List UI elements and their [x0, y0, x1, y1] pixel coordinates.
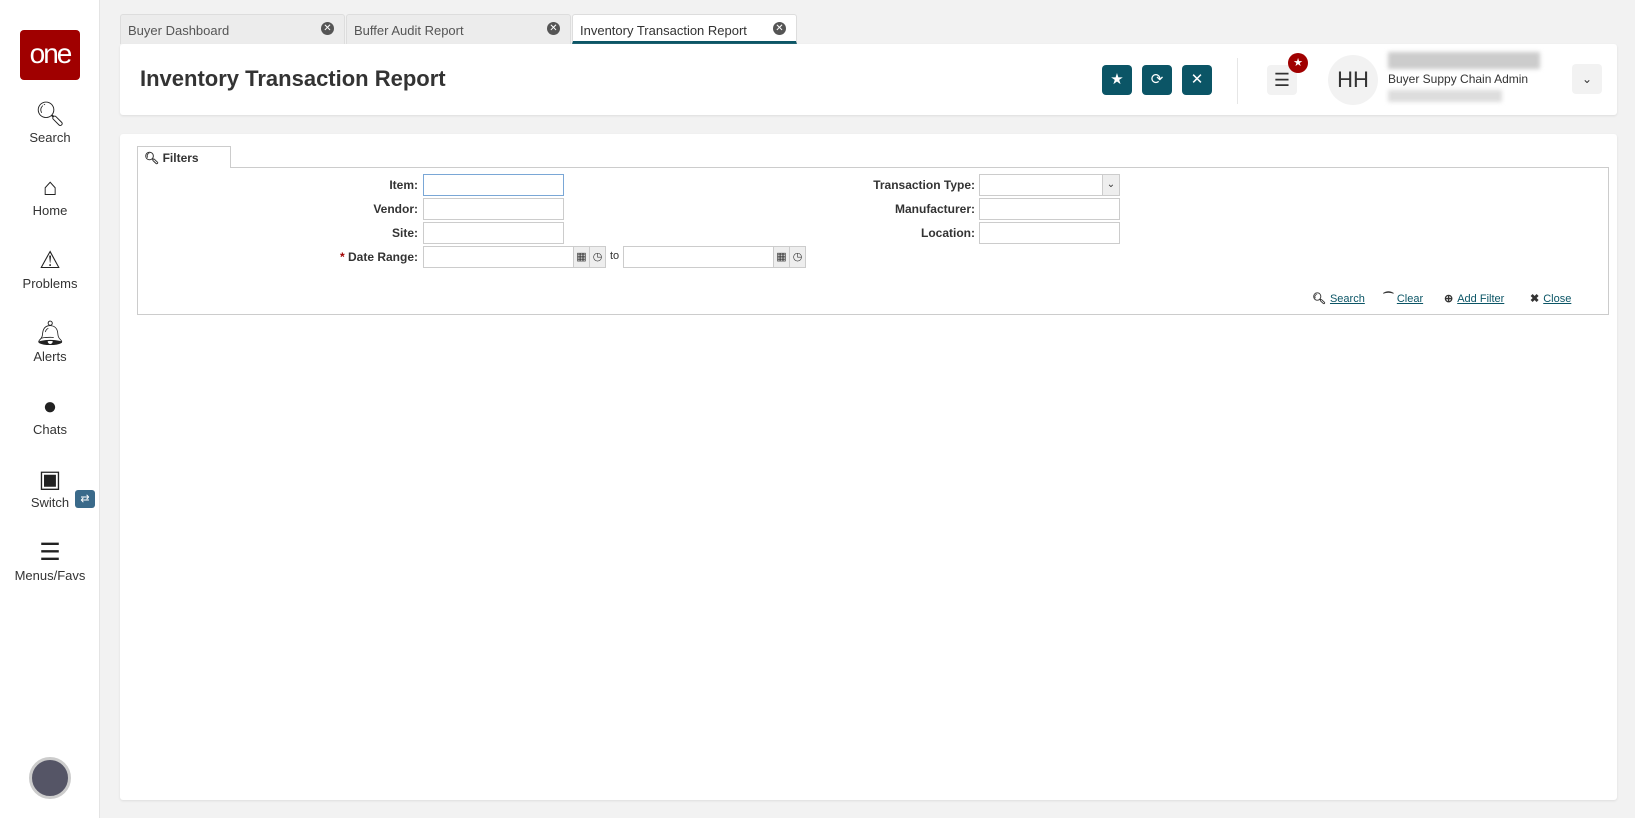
nav-label: Problems	[22, 276, 78, 291]
clear-link[interactable]: ⁀ Clear	[1384, 292, 1423, 305]
switch-badge-icon: ⇄	[75, 490, 95, 508]
favorite-button[interactable]: ★	[1102, 65, 1132, 95]
tab-inventory-transaction-report[interactable]: Inventory Transaction Report ✕	[572, 14, 797, 44]
item-input[interactable]	[423, 174, 564, 196]
clock-icon[interactable]: ◷	[589, 246, 606, 268]
search-link-label: Search	[1329, 293, 1365, 305]
nav-menus-favs[interactable]: ☰ Menus/Favs	[0, 538, 100, 583]
vendor-input[interactable]	[423, 198, 564, 220]
transaction-type-select[interactable]: ⌄	[979, 174, 1120, 196]
refresh-button[interactable]: ⟳	[1142, 65, 1172, 95]
date-range-text: Date Range:	[347, 250, 418, 264]
vendor-label: Vendor:	[373, 202, 418, 216]
home-icon: ⌂	[42, 174, 58, 201]
divider	[1237, 58, 1238, 104]
sidebar: one 🔍︎ Search ⌂ Home ⚠ Problems 🔔︎ Alerts ● C…	[0, 0, 100, 818]
star-badge-icon: ★	[1288, 53, 1308, 73]
filters-tab-label: Filters	[162, 151, 199, 165]
date-to-input[interactable]	[623, 246, 774, 268]
menu-icon: ☰	[1273, 70, 1291, 90]
blurred-org	[1388, 90, 1502, 102]
nav-label: Search	[29, 130, 71, 145]
app-logo[interactable]: one	[20, 30, 80, 80]
close-button[interactable]: ✕	[1182, 65, 1212, 95]
clear-link-label: Clear	[1396, 293, 1424, 305]
site-label: Site:	[391, 226, 418, 240]
calendar-icon[interactable]: ▦	[573, 246, 590, 268]
filters-tab[interactable]: 🔍︎ Filters	[137, 146, 231, 168]
site-input[interactable]	[423, 222, 564, 244]
blurred-username	[1388, 52, 1540, 69]
nav-home[interactable]: ⌂ Home	[0, 173, 100, 218]
tab-label: Inventory Transaction Report	[580, 23, 747, 38]
nav-alerts[interactable]: 🔔︎ Alerts	[0, 319, 100, 364]
chat-icon: ●	[42, 393, 58, 420]
manufacturer-input[interactable]	[979, 198, 1120, 220]
bell-icon: 🔔︎	[34, 320, 66, 347]
close-tab-icon[interactable]: ✕	[547, 22, 560, 35]
date-from-input[interactable]	[423, 246, 574, 268]
close-icon: ✖	[1530, 293, 1540, 305]
clock-icon[interactable]: ◷	[789, 246, 806, 268]
star-icon: ★	[1110, 71, 1124, 88]
nav-label: Alerts	[33, 349, 67, 364]
calendar-icon[interactable]: ▦	[773, 246, 790, 268]
to-label: to	[610, 250, 620, 262]
tab-label: Buffer Audit Report	[354, 23, 464, 38]
avatar[interactable]: HH	[1328, 55, 1378, 105]
location-label: Location:	[921, 226, 975, 240]
nav-label: Menus/Favs	[14, 568, 86, 583]
close-link-label: Close	[1543, 293, 1572, 305]
assistant-avatar[interactable]	[29, 757, 71, 799]
search-link[interactable]: 🔍︎ Search	[1312, 292, 1365, 305]
nav-problems[interactable]: ⚠ Problems	[0, 246, 100, 291]
nav-label: Chats	[33, 422, 67, 437]
add-filter-link[interactable]: ⊕ Add Filter	[1444, 292, 1504, 305]
menu-icon: ☰	[39, 539, 61, 566]
close-tab-icon[interactable]: ✕	[773, 22, 786, 35]
location-input[interactable]	[979, 222, 1120, 244]
required-mark: *	[339, 250, 345, 264]
item-label: Item:	[389, 178, 418, 192]
plus-circle-icon: ⊕	[1444, 293, 1454, 305]
search-icon: 🔍︎	[144, 151, 160, 165]
chevron-down-icon: ⌄	[1581, 72, 1593, 86]
date-range-label: * Date Range:	[268, 250, 418, 264]
broom-icon: ⁀	[1384, 293, 1393, 305]
transaction-type-label: Transaction Type:	[873, 178, 975, 192]
nav-chats[interactable]: ● Chats	[0, 392, 100, 437]
chevron-down-icon: ⌄	[1102, 175, 1119, 195]
search-icon: 🔍︎	[1312, 293, 1326, 305]
close-filters-link[interactable]: ✖ Close	[1530, 292, 1571, 305]
page-title: Inventory Transaction Report	[140, 66, 446, 91]
close-icon: ✕	[1190, 71, 1204, 88]
nav-search[interactable]: 🔍︎ Search	[0, 100, 100, 145]
user-dropdown-button[interactable]: ⌄	[1572, 64, 1602, 94]
refresh-icon: ⟳	[1150, 71, 1164, 88]
tab-buyer-dashboard[interactable]: Buyer Dashboard ✕	[120, 14, 345, 44]
user-role: Buyer Suppy Chain Admin	[1388, 72, 1529, 86]
search-icon: 🔍︎	[34, 101, 66, 128]
tab-label: Buyer Dashboard	[128, 23, 230, 38]
nav-label: Home	[32, 203, 68, 218]
warning-icon: ⚠	[39, 247, 61, 274]
page-header: Inventory Transaction Report ★ ⟳ ✕ ☰ ★ H…	[120, 44, 1617, 115]
filters-panel: 🔍︎ Filters Item: Vendor: Site: * Date Ra…	[120, 134, 1617, 800]
add-filter-link-label: Add Filter	[1457, 293, 1505, 305]
close-tab-icon[interactable]: ✕	[321, 22, 334, 35]
nav-label: Switch	[30, 495, 70, 510]
manufacturer-label: Manufacturer:	[894, 202, 975, 216]
tab-buffer-audit-report[interactable]: Buffer Audit Report ✕	[346, 14, 571, 44]
